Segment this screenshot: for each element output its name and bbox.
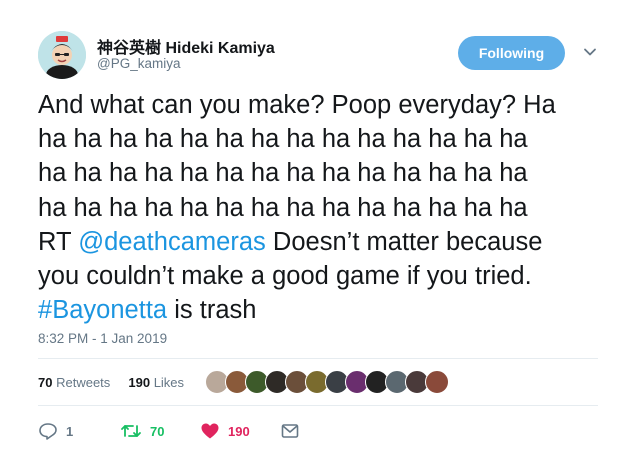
- envelope-icon: [281, 424, 299, 438]
- retweet-count: 70: [150, 423, 165, 439]
- tweet-line: ha ha ha ha ha ha ha ha ha ha ha ha ha h…: [38, 159, 528, 188]
- tweet-text-segment: Doesn’t matter because: [265, 227, 543, 256]
- divider: [38, 358, 598, 359]
- like-count: 190: [228, 423, 250, 439]
- tweet-timestamp[interactable]: 8:32 PM - 1 Jan 2019: [38, 331, 167, 346]
- user-display-name[interactable]: 神谷英樹 Hideki Kamiya: [97, 34, 275, 58]
- likes-label: Likes: [153, 375, 185, 390]
- tweet-text: And what can you make? Poop everyday? Ha…: [38, 88, 598, 327]
- likes-stat[interactable]: 190 Likes: [128, 375, 184, 390]
- rt-prefix: RT: [38, 227, 79, 256]
- tweet-line: ha ha ha ha ha ha ha ha ha ha ha ha ha h…: [38, 125, 528, 154]
- like-button[interactable]: 190: [200, 419, 250, 443]
- user-handle[interactable]: @PG_kamiya: [97, 56, 180, 71]
- mention-link[interactable]: @deathcameras: [78, 228, 266, 256]
- reply-button[interactable]: 1: [38, 419, 73, 443]
- tweet-actions: 1 70 190: [38, 419, 598, 443]
- retweets-stat[interactable]: 70 Retweets: [38, 375, 110, 390]
- hashtag-link[interactable]: #Bayonetta: [38, 296, 167, 324]
- retweets-label: Retweets: [56, 375, 111, 390]
- direct-message-button[interactable]: [280, 419, 300, 443]
- avatar[interactable]: [38, 31, 86, 79]
- tweet-line: And what can you make? Poop everyday? Ha: [38, 91, 556, 119]
- likes-count: 190: [128, 375, 151, 390]
- retweet-button[interactable]: 70: [120, 419, 164, 443]
- tweet-text-segment: is trash: [167, 296, 257, 325]
- liker-avatar[interactable]: [425, 370, 449, 394]
- chevron-down-icon[interactable]: [582, 44, 598, 60]
- heart-icon: [201, 423, 219, 439]
- tweet-line: ha ha ha ha ha ha ha ha ha ha ha ha ha h…: [38, 193, 528, 222]
- tweet-line: you couldn’t make a good game if you tri…: [38, 262, 532, 291]
- divider: [38, 405, 598, 406]
- following-button[interactable]: Following: [458, 36, 565, 70]
- reply-icon: [39, 423, 57, 440]
- reply-count: 1: [66, 423, 74, 439]
- tweet-stats: 70 Retweets 190 Likes: [38, 375, 184, 390]
- retweets-count: 70: [38, 375, 53, 390]
- retweet-icon: [121, 425, 141, 437]
- avatar-image: [38, 31, 86, 79]
